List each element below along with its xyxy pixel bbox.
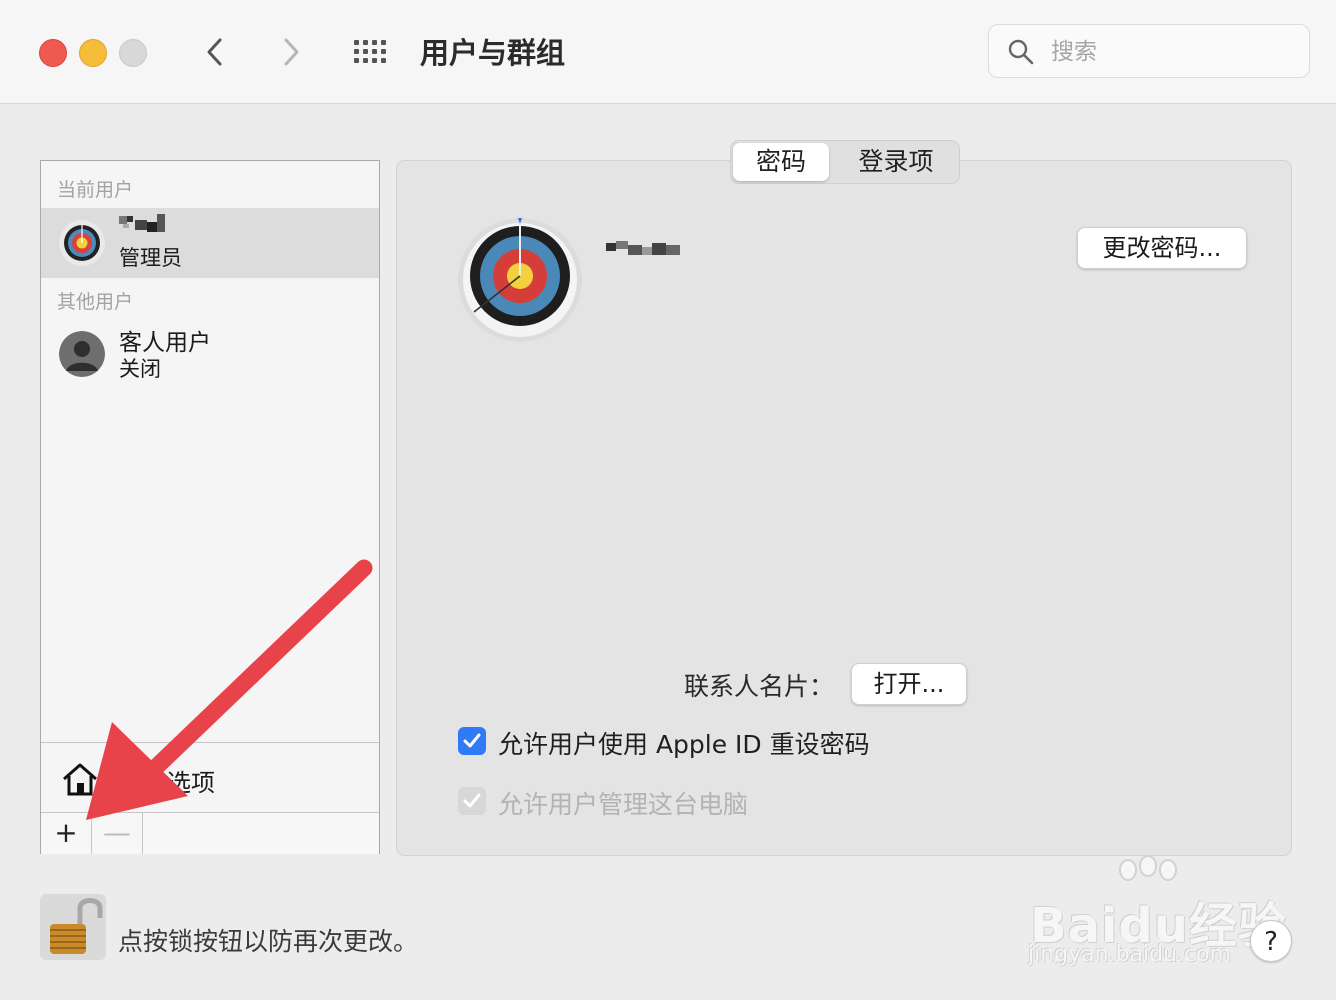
checkmark-icon	[463, 793, 481, 808]
redacted-user-name	[119, 214, 165, 232]
close-window-button[interactable]	[39, 39, 67, 67]
admin-checkbox	[458, 787, 486, 815]
redacted-user-full-name	[606, 241, 680, 255]
help-button[interactable]: ?	[1250, 920, 1292, 962]
user-row-guest[interactable]: 客人用户 关闭	[41, 319, 379, 389]
login-options-row[interactable]: 选项	[41, 742, 379, 813]
open-contact-button[interactable]: 打开...	[851, 663, 967, 705]
search-input[interactable]	[1049, 35, 1293, 69]
current-users-label: 当前用户	[57, 179, 134, 201]
user-row-current[interactable]: 管理员	[41, 208, 379, 278]
lock-button[interactable]	[40, 894, 106, 960]
person-avatar-icon	[59, 331, 105, 377]
checkmark-icon	[463, 733, 481, 748]
user-picture-target-icon[interactable]	[456, 216, 584, 344]
login-options-label: 选项	[167, 769, 215, 797]
chevron-left-icon	[207, 38, 222, 66]
target-avatar-icon	[59, 220, 105, 266]
back-button[interactable]	[196, 32, 236, 72]
search-icon	[1008, 39, 1034, 65]
grid-icon	[354, 40, 386, 63]
chevron-right-icon	[284, 38, 299, 66]
minimize-window-button[interactable]	[79, 39, 107, 67]
other-users-label: 其他用户	[57, 291, 134, 313]
forward-button[interactable]	[270, 32, 310, 72]
contact-card-label: 联系人名片：	[684, 672, 835, 701]
tab-bar: 密码 登录项	[730, 140, 960, 184]
tab-password[interactable]: 密码	[733, 143, 829, 181]
window-title: 用户与群组	[420, 36, 566, 70]
zoom-window-button[interactable]	[119, 39, 147, 67]
lock-hint-text: 点按锁按钮以防再次更改。	[118, 927, 419, 956]
guest-user-status: 关闭	[119, 357, 161, 381]
watermark-url: jingyan.baidu.com	[1028, 942, 1232, 967]
baidu-watermark: Baidu经验 jingyan.baidu.com	[1024, 856, 1294, 976]
unlocked-padlock-icon	[50, 898, 103, 954]
home-icon	[63, 763, 97, 796]
remove-user-button[interactable]: —	[92, 813, 143, 854]
current-user-role: 管理员	[119, 246, 182, 270]
apple-id-reset-label: 允许用户使用 Apple ID 重设密码	[498, 730, 870, 759]
admin-label: 允许用户管理这台电脑	[498, 790, 749, 819]
show-all-button[interactable]	[350, 32, 394, 72]
change-password-button[interactable]: 更改密码...	[1077, 227, 1247, 269]
tab-login-items[interactable]: 登录项	[835, 143, 957, 181]
title-bar: 用户与群组	[0, 0, 1336, 104]
add-user-button[interactable]: +	[41, 813, 92, 854]
add-remove-bar: + —	[41, 812, 379, 854]
search-field[interactable]	[988, 24, 1310, 78]
apple-id-reset-checkbox[interactable]	[458, 727, 486, 755]
user-list: 当前用户 管理员 其他用户 客人用户 关闭 选项 + —	[40, 160, 380, 854]
guest-user-name: 客人用户	[119, 330, 211, 356]
